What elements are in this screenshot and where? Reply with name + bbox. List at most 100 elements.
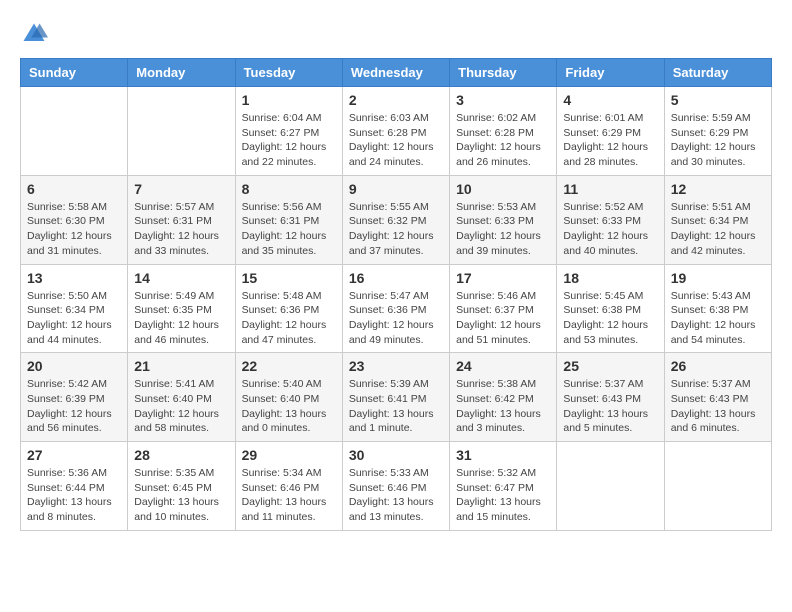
day-number: 9 (349, 181, 443, 197)
calendar-cell: 14Sunrise: 5:49 AM Sunset: 6:35 PM Dayli… (128, 264, 235, 353)
calendar-cell: 23 Sunrise: 5:39 AM Sunset: 6:41 PM Dayli… (342, 353, 449, 442)
day-info: Sunrise: 6:03 AM Sunset: 6:28 PM Dayligh… (349, 111, 443, 170)
day-number: 22 (242, 358, 336, 374)
calendar-week-row: 13Sunrise: 5:50 AM Sunset: 6:34 PM Dayli… (21, 264, 772, 353)
day-number: 11 (563, 181, 657, 197)
day-info: Sunrise: 5:37 AM Sunset: 6:43 PM Dayligh… (671, 377, 765, 436)
calendar-body: 1 Sunrise: 6:04 AM Sunset: 6:27 PM Daylig… (21, 87, 772, 531)
weekday-header: Monday (128, 59, 235, 87)
day-info: Sunrise: 6:01 AM Sunset: 6:29 PM Dayligh… (563, 111, 657, 170)
calendar-cell: 18 Sunrise: 5:45 AM Sunset: 6:38 PM Dayli… (557, 264, 664, 353)
weekday-header: Sunday (21, 59, 128, 87)
day-info: Sunrise: 5:36 AM Sunset: 6:44 PM Dayligh… (27, 466, 121, 525)
calendar-cell: 28Sunrise: 5:35 AM Sunset: 6:45 PM Dayli… (128, 442, 235, 531)
day-info: Sunrise: 5:47 AM Sunset: 6:36 PM Dayligh… (349, 289, 443, 348)
calendar-cell: 11 Sunrise: 5:52 AM Sunset: 6:33 PM Dayli… (557, 175, 664, 264)
page-header (20, 20, 772, 48)
day-number: 28 (134, 447, 228, 463)
calendar-cell: 31 Sunrise: 5:32 AM Sunset: 6:47 PM Dayli… (450, 442, 557, 531)
day-number: 7 (134, 181, 228, 197)
calendar-cell: 8 Sunrise: 5:56 AM Sunset: 6:31 PM Daylig… (235, 175, 342, 264)
day-number: 30 (349, 447, 443, 463)
day-info: Sunrise: 5:53 AM Sunset: 6:33 PM Dayligh… (456, 200, 550, 259)
day-info: Sunrise: 5:45 AM Sunset: 6:38 PM Dayligh… (563, 289, 657, 348)
calendar-cell: 1 Sunrise: 6:04 AM Sunset: 6:27 PM Daylig… (235, 87, 342, 176)
day-info: Sunrise: 5:56 AM Sunset: 6:31 PM Dayligh… (242, 200, 336, 259)
calendar-cell: 13Sunrise: 5:50 AM Sunset: 6:34 PM Dayli… (21, 264, 128, 353)
calendar-week-row: 6Sunrise: 5:58 AM Sunset: 6:30 PM Daylig… (21, 175, 772, 264)
day-info: Sunrise: 5:46 AM Sunset: 6:37 PM Dayligh… (456, 289, 550, 348)
calendar-cell: 9 Sunrise: 5:55 AM Sunset: 6:32 PM Daylig… (342, 175, 449, 264)
day-number: 16 (349, 270, 443, 286)
calendar-cell: 30 Sunrise: 5:33 AM Sunset: 6:46 PM Dayli… (342, 442, 449, 531)
day-info: Sunrise: 5:33 AM Sunset: 6:46 PM Dayligh… (349, 466, 443, 525)
calendar-cell: 6Sunrise: 5:58 AM Sunset: 6:30 PM Daylig… (21, 175, 128, 264)
day-info: Sunrise: 5:39 AM Sunset: 6:41 PM Dayligh… (349, 377, 443, 436)
day-number: 15 (242, 270, 336, 286)
day-info: Sunrise: 5:38 AM Sunset: 6:42 PM Dayligh… (456, 377, 550, 436)
calendar-cell (664, 442, 771, 531)
calendar-cell: 25 Sunrise: 5:37 AM Sunset: 6:43 PM Dayli… (557, 353, 664, 442)
logo-icon (20, 20, 48, 48)
day-number: 13 (27, 270, 121, 286)
calendar-cell: 21 Sunrise: 5:41 AM Sunset: 6:40 PM Dayli… (128, 353, 235, 442)
day-info: Sunrise: 5:41 AM Sunset: 6:40 PM Dayligh… (134, 377, 228, 436)
day-number: 29 (242, 447, 336, 463)
calendar-cell: 20 Sunrise: 5:42 AM Sunset: 6:39 PM Dayli… (21, 353, 128, 442)
day-info: Sunrise: 6:02 AM Sunset: 6:28 PM Dayligh… (456, 111, 550, 170)
calendar-cell: 12 Sunrise: 5:51 AM Sunset: 6:34 PM Dayli… (664, 175, 771, 264)
day-info: Sunrise: 5:32 AM Sunset: 6:47 PM Dayligh… (456, 466, 550, 525)
calendar-table: SundayMondayTuesdayWednesdayThursdayFrid… (20, 58, 772, 531)
calendar-cell: 3 Sunrise: 6:02 AM Sunset: 6:28 PM Daylig… (450, 87, 557, 176)
day-number: 8 (242, 181, 336, 197)
day-number: 26 (671, 358, 765, 374)
day-number: 10 (456, 181, 550, 197)
calendar-cell: 26 Sunrise: 5:37 AM Sunset: 6:43 PM Dayli… (664, 353, 771, 442)
day-info: Sunrise: 5:59 AM Sunset: 6:29 PM Dayligh… (671, 111, 765, 170)
calendar-week-row: 1 Sunrise: 6:04 AM Sunset: 6:27 PM Daylig… (21, 87, 772, 176)
day-number: 1 (242, 92, 336, 108)
day-number: 25 (563, 358, 657, 374)
day-info: Sunrise: 5:52 AM Sunset: 6:33 PM Dayligh… (563, 200, 657, 259)
weekday-header: Thursday (450, 59, 557, 87)
calendar-cell: 4Sunrise: 6:01 AM Sunset: 6:29 PM Daylig… (557, 87, 664, 176)
day-number: 21 (134, 358, 228, 374)
calendar-cell: 15Sunrise: 5:48 AM Sunset: 6:36 PM Dayli… (235, 264, 342, 353)
day-info: Sunrise: 5:42 AM Sunset: 6:39 PM Dayligh… (27, 377, 121, 436)
calendar-cell: 24 Sunrise: 5:38 AM Sunset: 6:42 PM Dayli… (450, 353, 557, 442)
day-info: Sunrise: 5:58 AM Sunset: 6:30 PM Dayligh… (27, 200, 121, 259)
weekday-header: Saturday (664, 59, 771, 87)
day-number: 18 (563, 270, 657, 286)
calendar-cell: 17Sunrise: 5:46 AM Sunset: 6:37 PM Dayli… (450, 264, 557, 353)
day-info: Sunrise: 5:51 AM Sunset: 6:34 PM Dayligh… (671, 200, 765, 259)
calendar-cell: 2Sunrise: 6:03 AM Sunset: 6:28 PM Daylig… (342, 87, 449, 176)
calendar-cell: 19Sunrise: 5:43 AM Sunset: 6:38 PM Dayli… (664, 264, 771, 353)
day-number: 24 (456, 358, 550, 374)
weekday-header: Friday (557, 59, 664, 87)
calendar-cell: 5 Sunrise: 5:59 AM Sunset: 6:29 PM Daylig… (664, 87, 771, 176)
day-info: Sunrise: 5:49 AM Sunset: 6:35 PM Dayligh… (134, 289, 228, 348)
day-number: 20 (27, 358, 121, 374)
day-info: Sunrise: 5:34 AM Sunset: 6:46 PM Dayligh… (242, 466, 336, 525)
calendar-week-row: 20 Sunrise: 5:42 AM Sunset: 6:39 PM Dayli… (21, 353, 772, 442)
day-number: 5 (671, 92, 765, 108)
calendar-cell: 10 Sunrise: 5:53 AM Sunset: 6:33 PM Dayli… (450, 175, 557, 264)
day-number: 31 (456, 447, 550, 463)
calendar-cell: 29 Sunrise: 5:34 AM Sunset: 6:46 PM Dayli… (235, 442, 342, 531)
day-info: Sunrise: 5:57 AM Sunset: 6:31 PM Dayligh… (134, 200, 228, 259)
calendar-cell: 16 Sunrise: 5:47 AM Sunset: 6:36 PM Dayli… (342, 264, 449, 353)
calendar-header: SundayMondayTuesdayWednesdayThursdayFrid… (21, 59, 772, 87)
calendar-cell: 22 Sunrise: 5:40 AM Sunset: 6:40 PM Dayli… (235, 353, 342, 442)
logo (20, 20, 52, 48)
day-number: 12 (671, 181, 765, 197)
day-info: Sunrise: 5:55 AM Sunset: 6:32 PM Dayligh… (349, 200, 443, 259)
day-number: 3 (456, 92, 550, 108)
calendar-week-row: 27Sunrise: 5:36 AM Sunset: 6:44 PM Dayli… (21, 442, 772, 531)
day-info: Sunrise: 5:37 AM Sunset: 6:43 PM Dayligh… (563, 377, 657, 436)
day-number: 23 (349, 358, 443, 374)
day-info: Sunrise: 5:40 AM Sunset: 6:40 PM Dayligh… (242, 377, 336, 436)
calendar-cell: 7 Sunrise: 5:57 AM Sunset: 6:31 PM Daylig… (128, 175, 235, 264)
day-info: Sunrise: 6:04 AM Sunset: 6:27 PM Dayligh… (242, 111, 336, 170)
calendar-cell: 27Sunrise: 5:36 AM Sunset: 6:44 PM Dayli… (21, 442, 128, 531)
day-info: Sunrise: 5:43 AM Sunset: 6:38 PM Dayligh… (671, 289, 765, 348)
